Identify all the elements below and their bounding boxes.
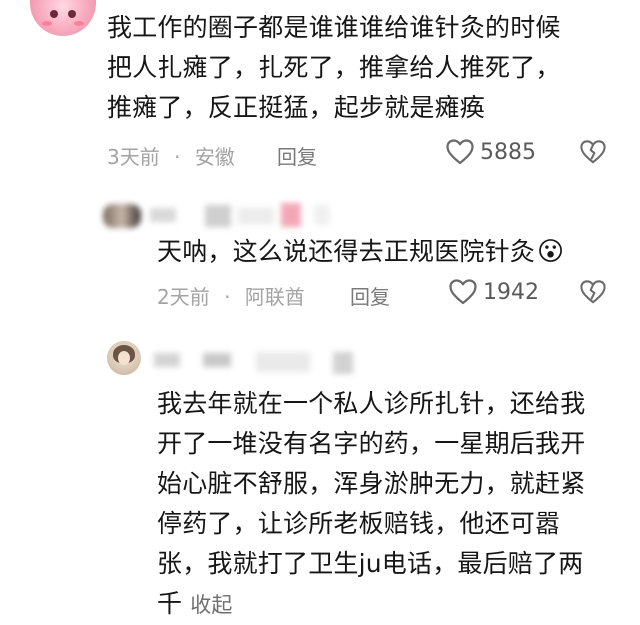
surprised-emoji-icon: 😮	[537, 237, 565, 267]
comment-time: 3天前	[107, 145, 160, 169]
dislike-button[interactable]	[580, 279, 606, 309]
collapse-link[interactable]: 收起	[190, 585, 232, 625]
avatar-eye	[68, 10, 76, 18]
reply-button[interactable]: 回复	[350, 281, 390, 310]
comment-body: 我工作的圈子都是谁谁谁给谁针灸的时候 把人扎瘫了，扎死了，推拿给人推死了， 推瘫…	[107, 8, 632, 128]
like-button[interactable]: 1942	[449, 279, 539, 305]
like-count: 5885	[480, 139, 536, 165]
meta-separator: ·	[174, 145, 181, 169]
comment-meta: 2天前 · 阿联酋	[157, 281, 305, 310]
comment-line: 我去年就在一个私人诊所扎针，还给我	[157, 389, 586, 418]
comment-body: 天呐，这么说还得去正规医院针灸 😮	[157, 232, 564, 272]
heart-outline-icon	[449, 279, 477, 305]
comment-line: 千	[157, 589, 183, 618]
blurred-badge	[281, 203, 301, 227]
comment-time: 2天前	[157, 285, 210, 309]
avatar-face	[118, 351, 130, 365]
comment-text: 天呐，这么说还得去正规医院针灸	[157, 237, 536, 266]
comment-line: 我工作的圈子都是谁谁谁给谁针灸的时候	[107, 13, 561, 42]
avatar-eye	[50, 10, 58, 18]
blurred-username	[205, 205, 231, 227]
comment-last-line: 千 收起	[157, 584, 627, 625]
comment-line: 把人扎瘫了，扎死了，推拿给人推死了，	[107, 53, 561, 82]
reply-button[interactable]: 回复	[277, 141, 317, 170]
comment-body: 我去年就在一个私人诊所扎针，还给我 开了一堆没有名字的药，一星期后我开 始心脏不…	[157, 384, 627, 625]
blurred-username	[150, 208, 176, 222]
avatar[interactable]	[107, 341, 141, 375]
comment-line: 推瘫了，反正挺猛，起步就是瘫痪	[107, 93, 486, 122]
blurred-badge	[333, 352, 353, 374]
blurred-badge	[314, 205, 330, 225]
heart-outline-icon	[446, 139, 474, 165]
avatar-blush	[74, 21, 84, 26]
avatar[interactable]	[103, 204, 141, 228]
like-count: 1942	[483, 279, 539, 305]
like-button[interactable]: 5885	[446, 139, 536, 165]
comment-line: 开了一堆没有名字的药，一星期后我开	[157, 429, 586, 458]
comment-line: 张，我就打了卫生ju电话，最后赔了两	[157, 549, 584, 578]
meta-separator: ·	[224, 285, 231, 309]
blurred-username	[238, 208, 274, 224]
avatar-blush	[42, 21, 52, 26]
comment-line: 始心脏不舒服，浑身淤肿无力，就赶紧	[157, 469, 586, 498]
comment-meta: 3天前 · 安徽	[107, 141, 235, 170]
blurred-username	[203, 353, 231, 367]
dislike-button[interactable]	[580, 139, 606, 169]
comment-location: 安徽	[194, 145, 235, 169]
broken-heart-icon	[580, 140, 606, 164]
comment-location: 阿联酋	[244, 285, 305, 309]
comment-line: 停药了，让诊所老板赔钱，他还可嚣	[157, 509, 561, 538]
blurred-username	[154, 353, 180, 367]
avatar[interactable]	[30, 0, 96, 36]
blurred-username	[256, 352, 310, 372]
broken-heart-icon	[580, 280, 606, 304]
